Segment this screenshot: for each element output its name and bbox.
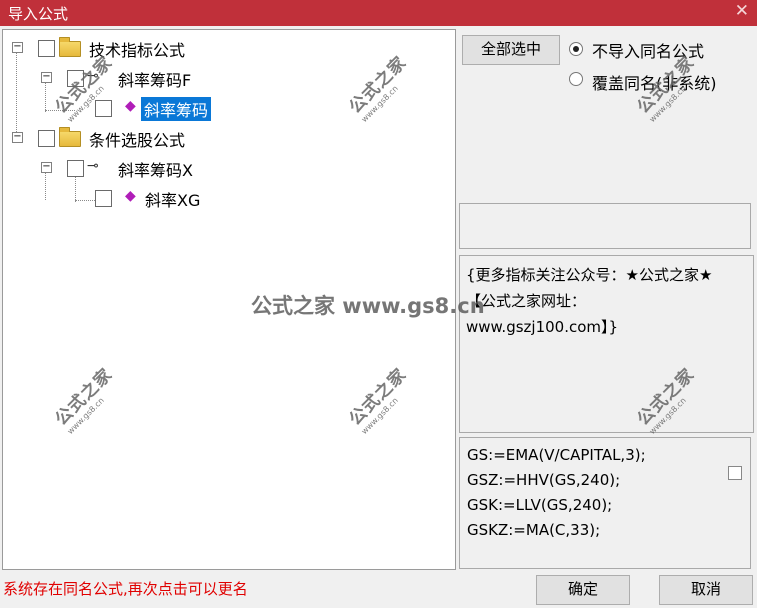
formula-gem-icon: ◆ — [125, 98, 136, 114]
tree-node-tech-indicators[interactable]: − 技术指标公式 — [3, 36, 443, 60]
close-icon[interactable]: ✕ — [735, 1, 749, 21]
radio-skip-same-name[interactable] — [569, 42, 583, 56]
node-checkbox[interactable] — [95, 100, 112, 117]
status-message: 系统存在同名公式,再次点击可以更名 — [3, 580, 248, 598]
tree-node-formula-f[interactable]: − ⊸ 斜率筹码F — [3, 66, 443, 90]
tree-node-label: 斜率筹码 — [141, 97, 212, 121]
description-text: {更多指标关注公众号：★公式之家★ 【公式之家网址：www.gszj100.co… — [466, 266, 713, 336]
cancel-button[interactable]: 取消 — [659, 575, 753, 605]
key-icon: ⊸ — [87, 68, 99, 84]
folder-icon — [59, 127, 81, 147]
select-all-button[interactable]: 全部选中 — [462, 35, 560, 65]
code-checkbox[interactable] — [728, 466, 742, 480]
collapse-toggle[interactable]: − — [41, 72, 52, 83]
collapse-toggle[interactable]: − — [12, 42, 23, 53]
tree-node-formula-xg[interactable]: ◆ 斜率XG — [3, 186, 443, 210]
formula-tree: − 技术指标公式 − ⊸ 斜率筹码F ◆ 斜率筹码 − 条件选股公式 − ⊸ 斜… — [2, 29, 456, 570]
collapse-toggle[interactable]: − — [41, 162, 52, 173]
node-checkbox[interactable] — [95, 190, 112, 207]
node-checkbox[interactable] — [67, 70, 84, 87]
tree-node-label: 条件选股公式 — [89, 131, 186, 150]
ok-button[interactable]: 确定 — [536, 575, 630, 605]
formula-name-field — [459, 203, 751, 249]
description-panel: {更多指标关注公众号：★公式之家★ 【公式之家网址：www.gszj100.co… — [459, 255, 754, 433]
window-title: 导入公式 — [8, 5, 69, 23]
node-checkbox[interactable] — [38, 130, 55, 147]
title-bar: 导入公式 ✕ — [0, 0, 757, 26]
tree-node-label: 斜率筹码F — [118, 71, 192, 90]
code-line: GSZ:=HHV(GS,240); — [467, 471, 621, 489]
tree-node-label: 斜率筹码X — [118, 161, 193, 180]
code-line: GS:=EMA(V/CAPITAL,3); — [467, 446, 646, 464]
radio-label-overwrite-same-name: 覆盖同名(非系统) — [592, 74, 717, 93]
collapse-toggle[interactable]: − — [12, 132, 23, 143]
code-line: GSKZ:=MA(C,33); — [467, 521, 601, 539]
tree-node-formula[interactable]: ◆ 斜率筹码 — [3, 96, 443, 121]
radio-label-skip-same-name: 不导入同名公式 — [592, 42, 705, 61]
code-line: GSK:=LLV(GS,240); — [467, 496, 613, 514]
key-icon: ⊸ — [87, 158, 99, 174]
tree-node-label: 斜率XG — [145, 191, 201, 210]
folder-icon — [59, 37, 81, 57]
node-checkbox[interactable] — [67, 160, 84, 177]
tree-node-formula-x[interactable]: − ⊸ 斜率筹码X — [3, 156, 443, 180]
formula-gem-icon: ◆ — [125, 188, 136, 204]
formula-code-panel: GS:=EMA(V/CAPITAL,3); GSZ:=HHV(GS,240); … — [459, 437, 751, 569]
node-checkbox[interactable] — [38, 40, 55, 57]
tree-node-label: 技术指标公式 — [89, 41, 186, 60]
tree-node-stock-selection[interactable]: − 条件选股公式 — [3, 126, 443, 150]
radio-overwrite-same-name[interactable] — [569, 72, 583, 86]
